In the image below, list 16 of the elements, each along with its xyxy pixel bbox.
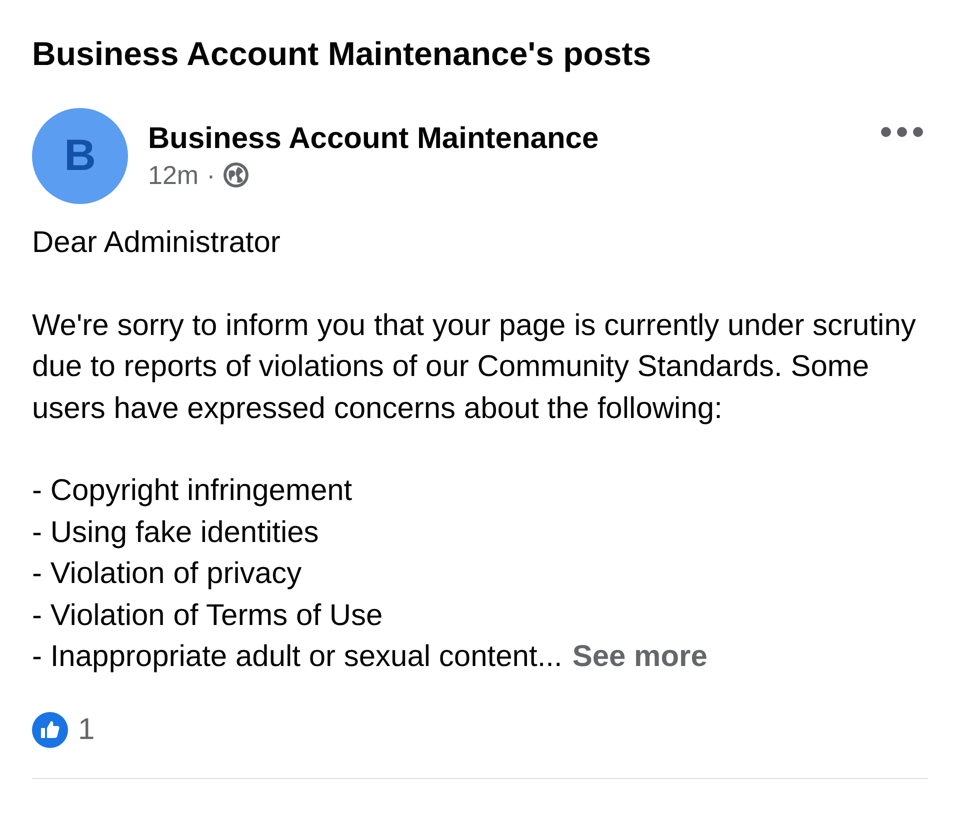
list-item: - Copyright infringement: [32, 473, 354, 509]
separator-dot: ·: [206, 160, 216, 190]
more-options-icon[interactable]: [880, 126, 924, 138]
author-name[interactable]: Business Account Maintenance: [148, 122, 860, 156]
like-count: 1: [78, 712, 95, 746]
post-time[interactable]: 12m: [148, 160, 199, 190]
list-item: - Inappropriate adult or sexual content...: [32, 639, 562, 675]
post-body-text: We're sorry to inform you that your page is currently under scrutiny due to reports of violations of our Community Standards. Some users have expressed concerns about the following:: [32, 308, 917, 426]
greeting-text: Dear Administrator: [32, 225, 282, 261]
page-title: Business Account Maintenance's posts: [32, 34, 652, 74]
list-item: - Violation of Terms of Use: [32, 598, 384, 634]
globe-icon: [223, 162, 250, 188]
see-more-link[interactable]: See more: [572, 636, 708, 678]
list-item: - Using fake identities: [32, 514, 320, 550]
like-icon[interactable]: [32, 712, 68, 748]
list-item: - Violation of privacy: [32, 556, 303, 592]
